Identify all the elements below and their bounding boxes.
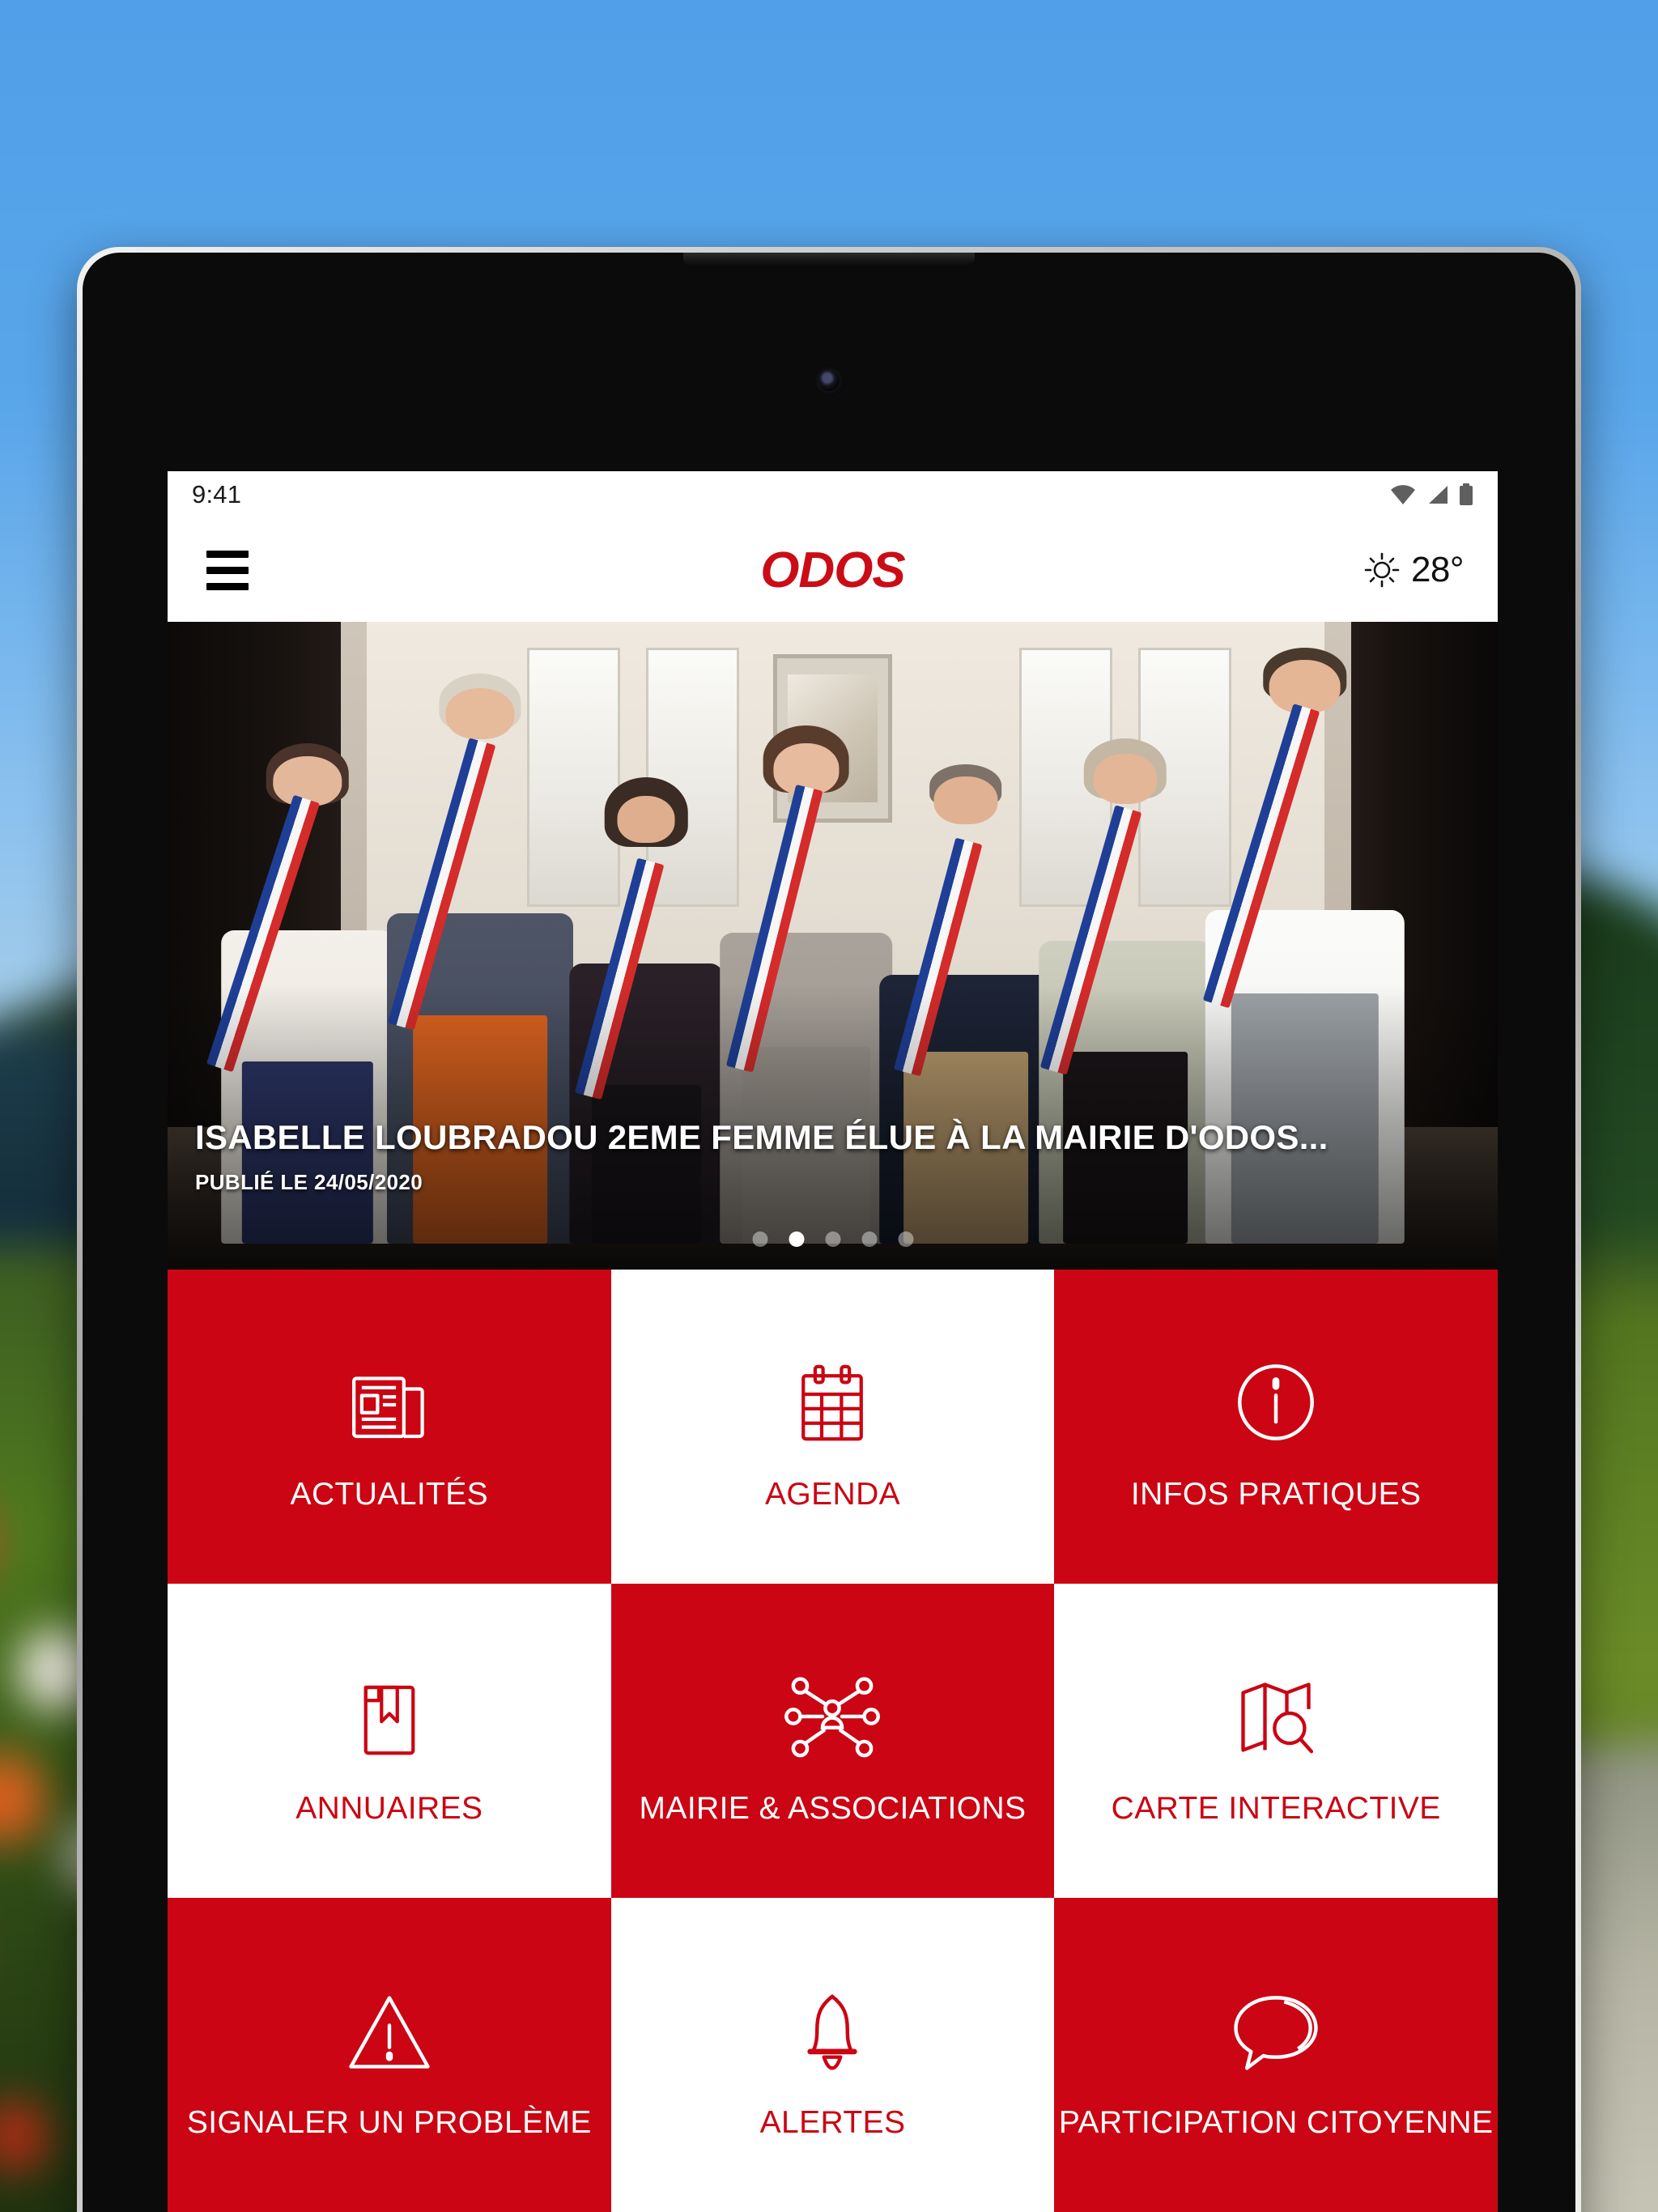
carousel-dots[interactable] bbox=[752, 1231, 913, 1247]
carousel-dot-3[interactable] bbox=[825, 1231, 840, 1247]
carousel-dot-2[interactable] bbox=[789, 1231, 804, 1247]
tile-label: MAIRIE & ASSOCIATIONS bbox=[639, 1791, 1027, 1827]
status-bar: 9:41 bbox=[168, 471, 1498, 518]
hero-carousel[interactable]: ISABELLE LOUBRADOU 2EME FEMME ÉLUE À LA … bbox=[168, 622, 1498, 1270]
app-screen: 9:41 ODOS 28° ISABELLE LOUBRADOU 2EME FE… bbox=[168, 471, 1498, 2212]
tile-label: SIGNALER UN PROBLÈME bbox=[186, 2105, 592, 2141]
temperature-value: 28° bbox=[1410, 550, 1465, 589]
map-search-icon bbox=[1232, 1654, 1320, 1761]
tile-signaler-un-probleme[interactable]: SIGNALER UN PROBLÈME bbox=[168, 1898, 611, 2212]
cellular-signal-icon bbox=[1429, 486, 1448, 504]
hero-headline: ISABELLE LOUBRADOU 2EME FEMME ÉLUE À LA … bbox=[195, 1118, 1329, 1156]
tile-label: CARTE INTERACTIVE bbox=[1111, 1791, 1441, 1827]
bookmark-book-icon bbox=[351, 1654, 428, 1761]
hero-caption: ISABELLE LOUBRADOU 2EME FEMME ÉLUE À LA … bbox=[195, 1118, 1470, 1195]
tile-annuaires[interactable]: ANNUAIRES bbox=[168, 1584, 611, 1898]
tile-label: ALERTES bbox=[759, 2105, 906, 2141]
tile-actualites[interactable]: ACTUALITÉS bbox=[168, 1270, 611, 1584]
tile-mairie-associations[interactable]: MAIRIE & ASSOCIATIONS bbox=[610, 1584, 1055, 1898]
tile-label: PARTICIPATION CITOYENNE bbox=[1058, 2105, 1494, 2141]
network-people-icon bbox=[781, 1654, 883, 1761]
hero-publish-date: PUBLIÉ LE 24/05/2020 bbox=[195, 1170, 423, 1194]
newspaper-icon bbox=[347, 1340, 432, 1447]
front-camera-icon bbox=[818, 370, 840, 391]
status-system-icons bbox=[1389, 483, 1473, 506]
tile-infos-pratiques[interactable]: INFOS PRATIQUES bbox=[1054, 1270, 1498, 1584]
weather-widget[interactable]: 28° bbox=[1364, 550, 1465, 590]
tile-alertes[interactable]: ALERTES bbox=[610, 1898, 1055, 2212]
carousel-dot-4[interactable] bbox=[861, 1231, 877, 1247]
carousel-dot-1[interactable] bbox=[752, 1231, 767, 1247]
sun-icon bbox=[1364, 552, 1400, 588]
tile-label: ANNUAIRES bbox=[295, 1791, 483, 1827]
battery-icon bbox=[1460, 483, 1473, 505]
tile-participation-citoyenne[interactable]: PARTICIPATION CITOYENNE bbox=[1054, 1898, 1498, 2212]
tile-label: INFOS PRATIQUES bbox=[1130, 1477, 1422, 1512]
tablet-bezel: 9:41 ODOS 28° ISABELLE LOUBRADOU 2EME FE… bbox=[83, 253, 1575, 2212]
carousel-dot-5[interactable] bbox=[898, 1231, 913, 1247]
tile-carte-interactive[interactable]: CARTE INTERACTIVE bbox=[1054, 1584, 1498, 1898]
tablet-device: 9:41 ODOS 28° ISABELLE LOUBRADOU 2EME FE… bbox=[77, 247, 1581, 2212]
calendar-icon bbox=[792, 1340, 873, 1447]
app-brand-logo: ODOS bbox=[760, 542, 906, 598]
bell-icon bbox=[795, 1968, 869, 2075]
hamburger-menu-icon[interactable] bbox=[202, 546, 253, 595]
tile-agenda[interactable]: AGENDA bbox=[610, 1270, 1055, 1584]
tile-label: AGENDA bbox=[764, 1477, 901, 1512]
earpiece-speaker-icon bbox=[683, 253, 975, 266]
tile-label: ACTUALITÉS bbox=[290, 1477, 489, 1512]
app-header: ODOS 28° bbox=[168, 518, 1498, 622]
warning-triangle-icon bbox=[344, 1968, 435, 2075]
home-tile-grid: ACTUALITÉS AGENDA INFOS PRATIQUES ANNUAI… bbox=[168, 1270, 1498, 2212]
speech-bubble-icon bbox=[1229, 1968, 1323, 2075]
status-clock: 9:41 bbox=[192, 480, 242, 508]
info-circle-icon bbox=[1231, 1340, 1320, 1447]
wifi-icon bbox=[1391, 485, 1415, 504]
